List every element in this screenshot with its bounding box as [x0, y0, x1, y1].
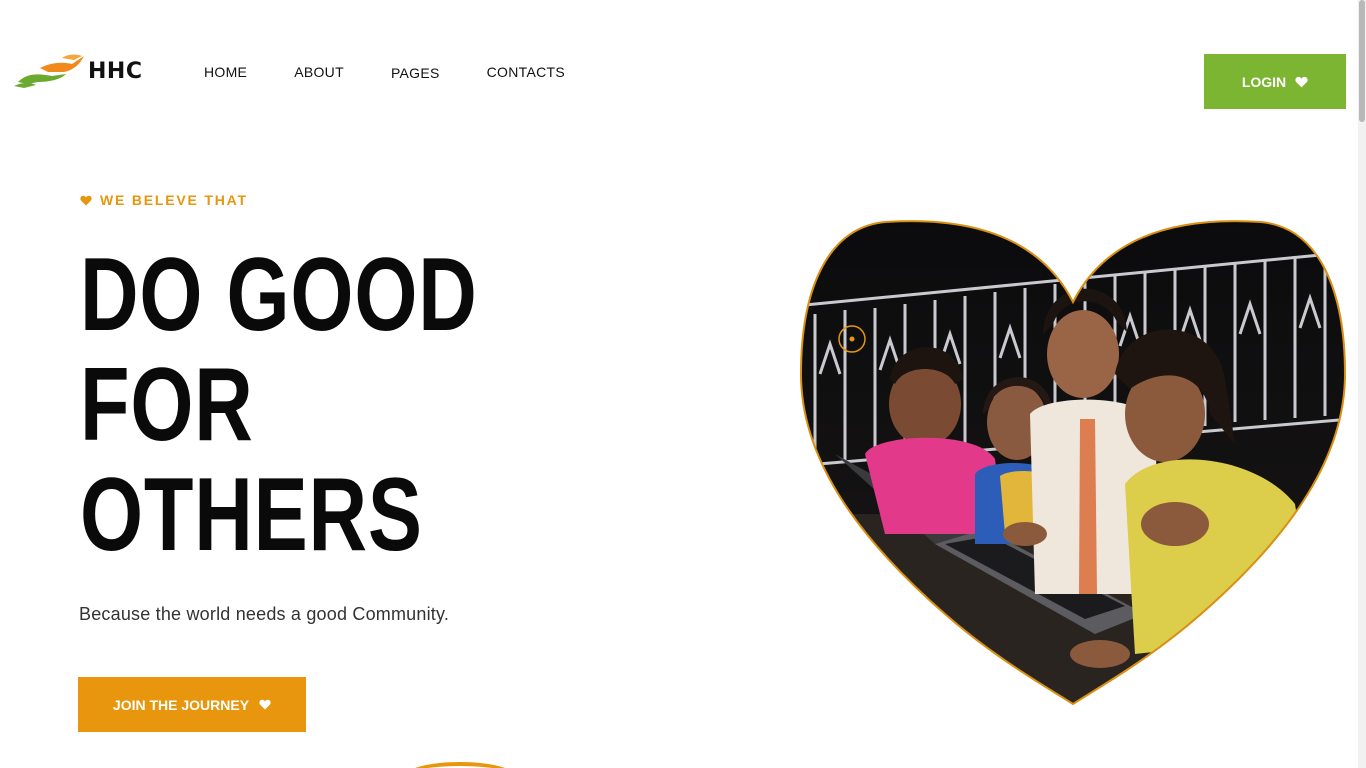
heart-icon	[80, 195, 92, 205]
hero-headline: DO GOOD FOR OTHERS	[80, 240, 590, 570]
heart-image	[799, 220, 1347, 706]
join-label: JOIN THE JOURNEY	[112, 696, 250, 713]
hero-subtitle: Because the world needs a good Community…	[79, 604, 450, 624]
headline-line-1: DO GOOD	[80, 237, 478, 353]
login-button[interactable]: LOGIN	[1204, 54, 1346, 109]
main-nav: HOME ABOUT PAGES CONTACTS	[204, 64, 612, 81]
decorative-arc	[404, 762, 516, 768]
nav-pages[interactable]: PAGES	[391, 65, 440, 81]
heart-icon	[259, 699, 271, 710]
headline-line-3: OTHERS	[80, 457, 423, 573]
logo-text: HHC	[88, 58, 143, 84]
eyebrow-text: WE BELEVE THAT	[100, 192, 248, 208]
nav-home[interactable]: HOME	[204, 64, 247, 81]
page-scrollbar[interactable]	[1358, 0, 1366, 768]
headline-line-2: FOR	[80, 347, 254, 463]
hero-heart-photo	[795, 214, 1351, 708]
heart-icon	[1295, 76, 1308, 87]
join-journey-button[interactable]: JOIN THE JOURNEY	[78, 677, 306, 732]
site-logo[interactable]: HHC	[14, 52, 142, 90]
login-label: LOGIN	[1241, 73, 1287, 90]
nav-about[interactable]: ABOUT	[294, 64, 344, 81]
hands-logo-icon	[14, 54, 84, 88]
hero-eyebrow: WE BELEVE THAT	[80, 192, 248, 208]
scrollbar-thumb[interactable]	[1359, 0, 1365, 122]
nav-contacts[interactable]: CONTACTS	[487, 64, 565, 81]
